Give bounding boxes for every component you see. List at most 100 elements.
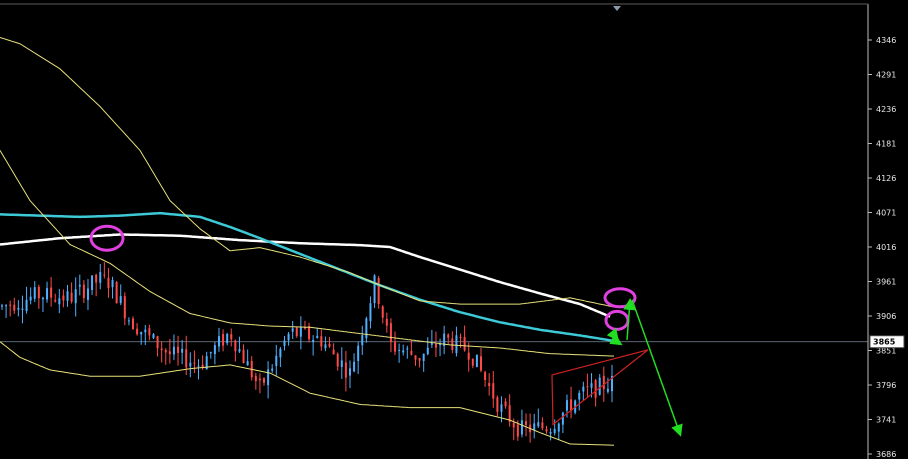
candle-body — [74, 289, 77, 304]
candle-body — [394, 342, 397, 352]
candle-body — [385, 318, 388, 326]
candle-body — [91, 275, 94, 291]
candle-body — [516, 424, 519, 437]
candle-body — [328, 343, 331, 347]
candle-body — [365, 318, 368, 339]
candle-body — [500, 404, 503, 412]
candle-body — [50, 287, 53, 298]
scroll-marker-icon[interactable] — [613, 6, 621, 11]
candle-body — [66, 291, 69, 301]
price-tick-label: 4181 — [876, 140, 896, 149]
candle-body — [107, 277, 110, 289]
candle-body — [222, 334, 225, 346]
price-axis[interactable]: 4346429142364181412640714016396139063851… — [0, 3, 905, 459]
candle-body — [549, 432, 552, 434]
candle-body — [62, 295, 65, 301]
candle-body — [160, 348, 163, 351]
candle-body — [377, 278, 380, 305]
candle-body — [373, 275, 376, 304]
candle-body — [197, 365, 200, 367]
price-chart[interactable]: 4346 4291 4236 4181 4126 4071 4016 3961 3906 3851… — [0, 0, 908, 459]
candle-body — [459, 336, 462, 338]
candle-body — [78, 284, 81, 287]
candle-body — [578, 392, 581, 400]
candle-body — [95, 274, 98, 283]
candle-body — [5, 305, 8, 307]
candle-body — [398, 349, 401, 351]
candle-body — [418, 358, 421, 361]
candle-body — [455, 335, 458, 354]
yellow-upper-band — [0, 37, 615, 308]
highlight-circle — [604, 309, 630, 331]
candle-body — [512, 422, 515, 428]
chart-canvas[interactable]: 4346429142364181412640714016396139063851… — [0, 0, 908, 459]
drawing-annotations — [89, 224, 683, 437]
candle-body — [9, 304, 12, 306]
price-tick-label: 3796 — [876, 381, 896, 390]
candle-body — [410, 350, 413, 355]
candle-body — [172, 346, 175, 355]
candle-body — [152, 334, 155, 339]
candle-body — [520, 420, 523, 435]
candle-body — [565, 400, 568, 411]
candle-body — [533, 423, 536, 431]
candle-body — [348, 368, 351, 376]
candle-body — [279, 348, 282, 358]
candle-body — [226, 333, 229, 344]
candle-body — [553, 428, 556, 434]
candle-body — [185, 349, 188, 368]
candle-body — [344, 362, 347, 378]
candle-body — [193, 362, 196, 364]
candle-body — [127, 320, 130, 322]
candle-body — [156, 336, 159, 349]
candle-body — [291, 328, 294, 332]
candle-body — [246, 361, 249, 366]
candle-body — [414, 355, 417, 360]
candle-body — [132, 318, 135, 330]
candle-body — [287, 333, 290, 341]
candle-body — [29, 296, 32, 301]
candle-body — [602, 375, 605, 390]
candle-body — [299, 326, 302, 337]
candle-body — [389, 323, 392, 343]
candle-body — [164, 349, 167, 353]
candle-body — [242, 349, 245, 364]
candle-body — [111, 279, 114, 288]
candle-body — [402, 350, 405, 353]
candle-body — [488, 382, 491, 387]
candle-body — [37, 286, 40, 299]
candle-body — [582, 386, 585, 392]
price-tick-label: 4071 — [876, 209, 896, 218]
candle-body — [557, 423, 560, 432]
candle-body — [209, 352, 212, 354]
candle-body — [58, 298, 61, 305]
candle-body — [353, 361, 356, 372]
price-tick-label: 4236 — [876, 105, 896, 114]
candle-body — [324, 344, 327, 349]
candle-body — [426, 347, 429, 355]
candle-body — [422, 353, 425, 361]
candle-body — [336, 353, 339, 367]
candle-body — [238, 349, 241, 352]
candle-body — [254, 375, 257, 382]
candle-body — [525, 421, 528, 426]
price-tick-label: 3741 — [876, 416, 896, 425]
candle-body — [17, 307, 20, 310]
candle-body — [594, 380, 597, 398]
candle-body — [586, 386, 589, 388]
candle-body — [537, 422, 540, 427]
candle-body — [267, 369, 270, 386]
current-price-label: 3865 — [873, 338, 896, 347]
candle-body — [70, 292, 73, 302]
price-tick-label: 4126 — [876, 174, 896, 183]
candle-body — [484, 372, 487, 381]
candle-body — [25, 299, 28, 312]
candle-body — [492, 383, 495, 399]
candle-body — [1, 305, 3, 307]
candle-body — [541, 422, 544, 429]
candle-body — [598, 377, 601, 395]
candle-body — [340, 360, 343, 367]
candle-body — [177, 346, 180, 353]
price-tick-label: 4346 — [876, 36, 896, 45]
candle-body — [451, 338, 454, 350]
